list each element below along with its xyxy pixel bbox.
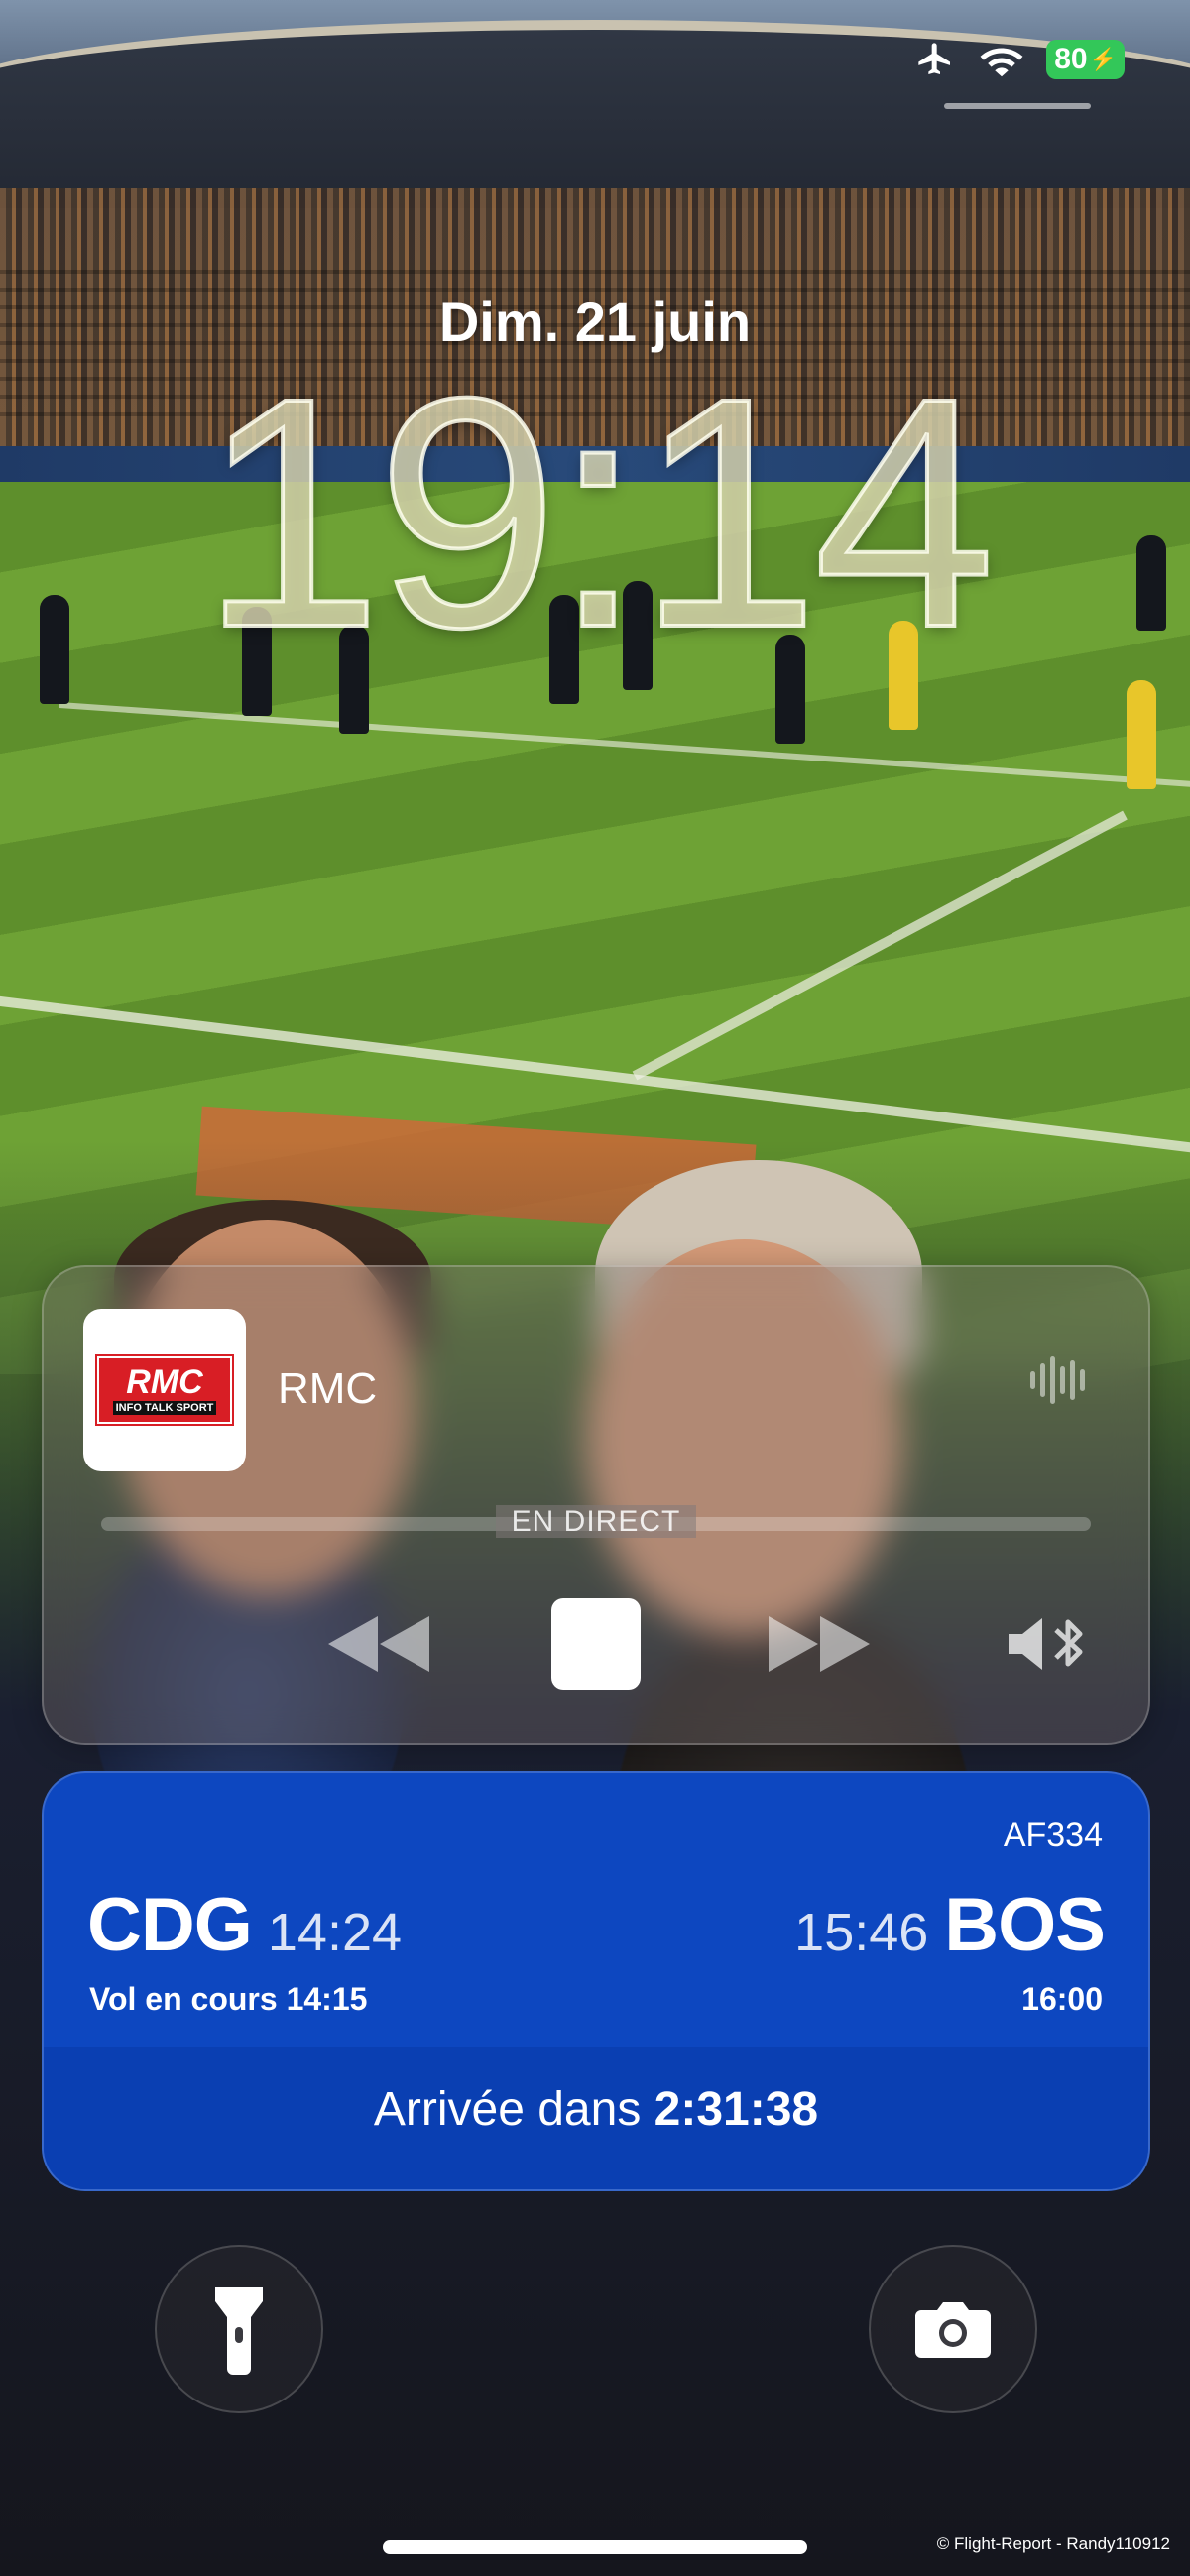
flight-status-line: Vol en cours 14:15 [89,1981,367,2018]
photo-credit: © Flight-Report - Randy110912 [936,2534,1170,2553]
station-name: RMC [278,1364,378,1413]
charging-bolt-icon: ⚡ [1089,47,1117,71]
rmc-logo-subtext: INFO TALK SPORT [112,1401,217,1415]
flight-number: AF334 [1003,1816,1103,1854]
destination-group: 15:46 BOS [794,1882,1106,1968]
fast-forward-icon [769,1616,870,1672]
flashlight-icon [215,2287,263,2375]
battery-level: 80 [1054,43,1088,75]
destination-actual-time: 16:00 [1021,1981,1103,2017]
flight-status-time: 14:15 [286,1981,368,2017]
camera-button[interactable] [869,2245,1037,2413]
wifi-icon [979,40,1024,79]
status-bar-pill [944,103,1091,109]
arrival-countdown: 2:31:38 [654,2083,819,2136]
destination-scheduled-time: 15:46 [794,1903,929,1962]
flight-status-text: Vol en cours [89,1981,278,2017]
status-bar: 80 ⚡ [913,40,1125,79]
battery-indicator: 80 ⚡ [1046,40,1125,79]
rewind-icon [328,1616,429,1672]
flight-live-activity[interactable]: AF334 CDG 14:24 15:46 BOS Vol en cours 1… [42,1771,1150,2191]
now-playing-widget[interactable]: RMC INFO TALK SPORT RMC EN DIRECT [42,1265,1150,1745]
lock-screen-time: 19:14 [198,329,998,695]
airplane-icon [913,40,957,79]
stop-icon [551,1598,641,1690]
waveform-icon [1030,1350,1085,1410]
camera-icon [915,2302,991,2358]
arrival-countdown-line: Arrivée dans 2:31:38 [44,2082,1148,2137]
destination-airport-code: BOS [944,1883,1106,1967]
rewind-button[interactable] [319,1594,438,1694]
rmc-logo: RMC INFO TALK SPORT [97,1356,232,1424]
fast-forward-button[interactable] [760,1594,879,1694]
audio-output-icon [1009,1618,1083,1670]
audio-output-button[interactable] [1002,1594,1091,1694]
home-indicator[interactable] [383,2540,807,2554]
origin-airport-code: CDG [87,1883,253,1967]
rmc-logo-text: RMC [126,1363,203,1401]
origin-group: CDG 14:24 [87,1882,402,1968]
station-artwork: RMC INFO TALK SPORT [83,1309,246,1471]
stop-button[interactable] [551,1594,641,1694]
arrival-label: Arrivée dans [373,2083,642,2136]
live-label-wrap: EN DIRECT [44,1505,1148,1539]
flashlight-button[interactable] [155,2245,323,2413]
origin-scheduled-time: 14:24 [267,1903,403,1962]
live-label: EN DIRECT [495,1505,697,1538]
